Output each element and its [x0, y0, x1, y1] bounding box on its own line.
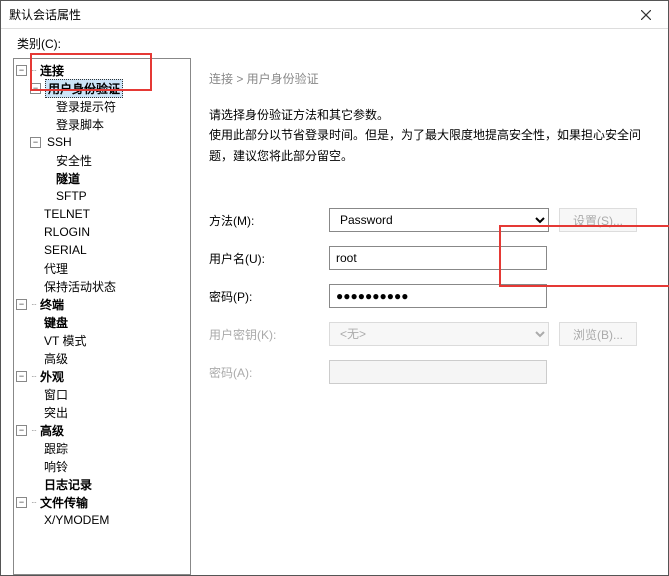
tree-node-highlight[interactable]: 突出 — [14, 403, 190, 421]
window-title: 默认会话属性 — [9, 6, 81, 23]
tree-node-trace[interactable]: 跟踪 — [14, 439, 190, 457]
method-select[interactable]: Password — [329, 208, 549, 232]
password-label: 密码(P): — [209, 288, 329, 305]
tree-node-xymodem[interactable]: X/YMODEM — [14, 511, 190, 529]
tree-node-login-script[interactable]: 登录脚本 — [14, 115, 190, 133]
userkey-label: 用户密钥(K): — [209, 326, 329, 343]
tree-node-keyboard[interactable]: 键盘 — [14, 313, 190, 331]
category-label: 类别(C): — [1, 29, 668, 56]
collapse-icon[interactable]: − — [16, 497, 27, 508]
tree-node-ssh[interactable]: − SSH — [14, 133, 190, 151]
tree-node-auth[interactable]: − 用户身份验证 — [14, 79, 190, 97]
tree-node-filetransfer[interactable]: − ··· 文件传输 — [14, 493, 190, 511]
tree-node-telnet[interactable]: TELNET — [14, 205, 190, 223]
password-input[interactable] — [329, 284, 547, 308]
tree-node-advanced2[interactable]: − ··· 高级 — [14, 421, 190, 439]
collapse-icon[interactable]: − — [16, 425, 27, 436]
settings-button: 设置(S)... — [559, 208, 637, 232]
tree-node-logging[interactable]: 日志记录 — [14, 475, 190, 493]
tree-node-advanced1[interactable]: 高级 — [14, 349, 190, 367]
collapse-icon[interactable]: − — [30, 83, 41, 94]
collapse-icon[interactable]: − — [16, 299, 27, 310]
tree-node-tunnel[interactable]: 隧道 — [14, 169, 190, 187]
tree-node-security[interactable]: 安全性 — [14, 151, 190, 169]
tree-node-login-prompt[interactable]: 登录提示符 — [14, 97, 190, 115]
close-icon — [641, 10, 651, 20]
browse-button: 浏览(B)... — [559, 322, 637, 346]
collapse-icon[interactable]: − — [16, 65, 27, 76]
tree-node-serial[interactable]: SERIAL — [14, 241, 190, 259]
description-line2: 使用此部分以节省登录时间。但是，为了最大限度地提高安全性，如果担心安全问题，建议… — [209, 125, 650, 166]
breadcrumb: 连接 > 用户身份验证 — [209, 70, 650, 87]
tree-node-terminal[interactable]: − ··· 终端 — [14, 295, 190, 313]
tree-node-vtmode[interactable]: VT 模式 — [14, 331, 190, 349]
username-label: 用户名(U): — [209, 250, 329, 267]
collapse-icon[interactable]: − — [16, 371, 27, 382]
description-line1: 请选择身份验证方法和其它参数。 — [209, 105, 650, 125]
tree-node-proxy[interactable]: 代理 — [14, 259, 190, 277]
userkey-select: <无> — [329, 322, 549, 346]
method-label: 方法(M): — [209, 212, 329, 229]
tree-node-appearance[interactable]: − ··· 外观 — [14, 367, 190, 385]
tree-node-rlogin[interactable]: RLOGIN — [14, 223, 190, 241]
username-input[interactable] — [329, 246, 547, 270]
category-tree[interactable]: − ··· 连接 − 用户身份验证 登录提示符 — [13, 58, 191, 575]
password2-label: 密码(A): — [209, 364, 329, 381]
tree-node-keepalive[interactable]: 保持活动状态 — [14, 277, 190, 295]
close-button[interactable] — [623, 1, 668, 29]
tree-node-bell[interactable]: 响铃 — [14, 457, 190, 475]
tree-node-window[interactable]: 窗口 — [14, 385, 190, 403]
password2-input — [329, 360, 547, 384]
tree-node-sftp[interactable]: SFTP — [14, 187, 190, 205]
collapse-icon[interactable]: − — [30, 137, 41, 148]
tree-node-connection[interactable]: − ··· 连接 — [14, 61, 190, 79]
